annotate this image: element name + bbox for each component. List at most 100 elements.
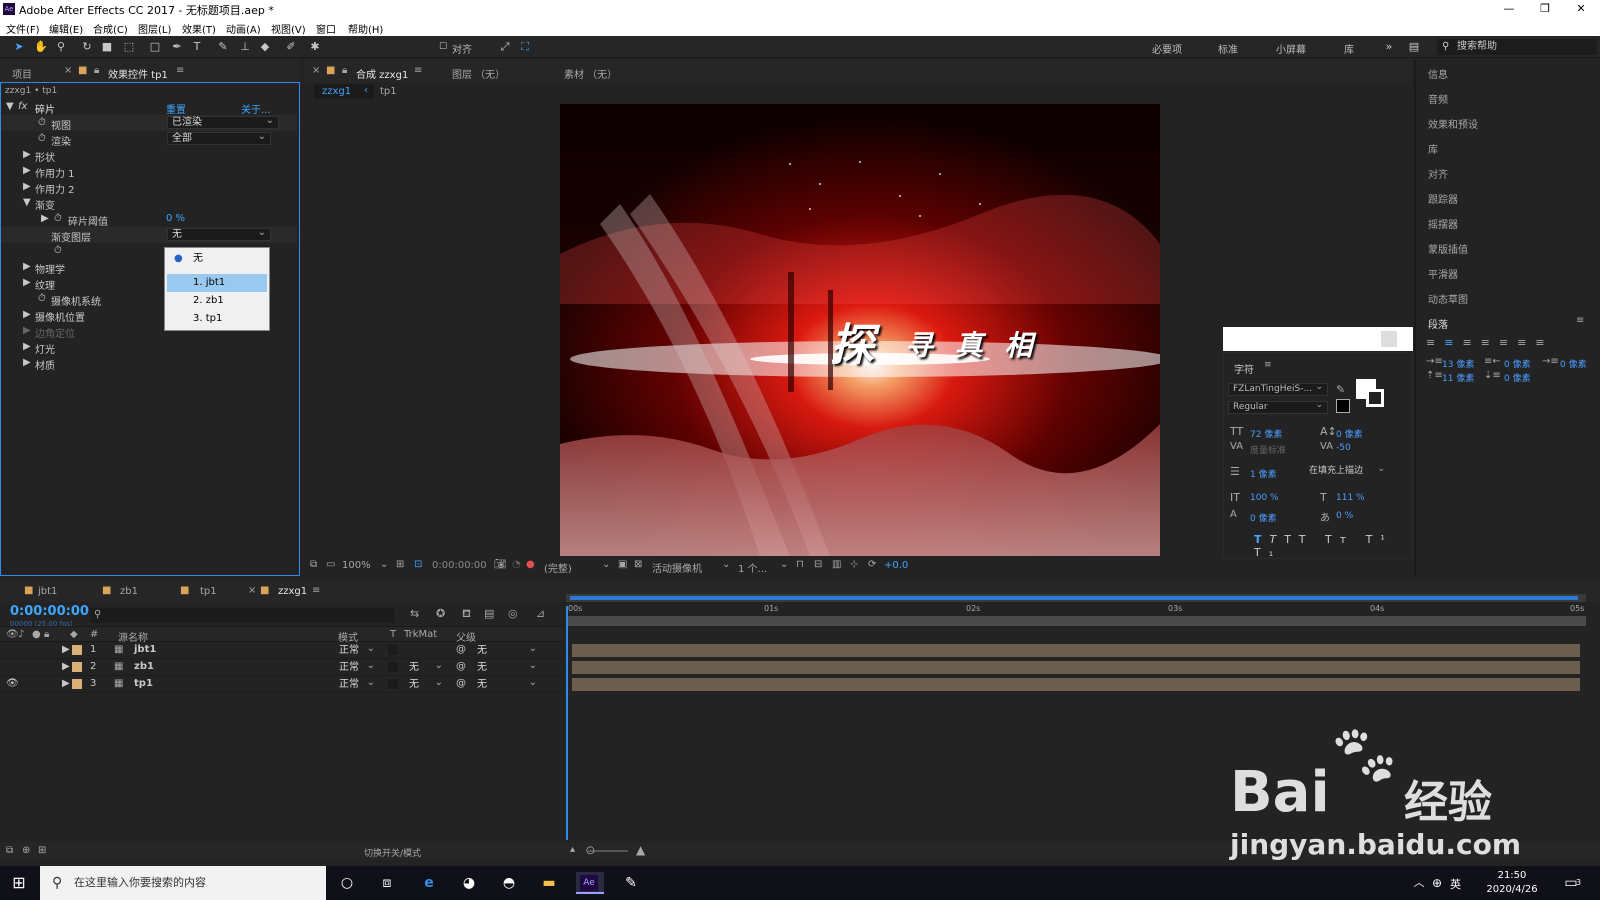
menu-view[interactable]: 视图(V) xyxy=(271,21,306,36)
preserve-transparency-toggle[interactable] xyxy=(388,645,398,655)
zoom-in-icon[interactable]: ▲ xyxy=(636,843,645,857)
fx-icon[interactable]: fx xyxy=(18,101,27,112)
zoom-select[interactable]: 100% xyxy=(342,560,371,571)
threshold-value[interactable]: 0 % xyxy=(166,213,185,224)
workspace-library[interactable]: 库 xyxy=(1344,41,1354,56)
color-black-swatch[interactable] xyxy=(1336,399,1350,413)
stopwatch-icon[interactable]: ⏱ xyxy=(54,245,62,256)
breadcrumb-zzxg1[interactable]: zzxg1 ‹ xyxy=(314,84,374,99)
restore-button[interactable]: ❐ xyxy=(1528,0,1562,18)
indent-right-value[interactable]: 0 像素 xyxy=(1504,357,1531,370)
tsume-value[interactable]: 0 % xyxy=(1336,511,1353,521)
panel-menu-icon[interactable]: ≡ xyxy=(176,65,184,76)
pickwhip-icon[interactable]: @ xyxy=(456,644,466,655)
selection-tool-icon[interactable]: ➤ xyxy=(12,40,26,54)
draft-3d-icon[interactable]: ✪ xyxy=(436,607,445,620)
layer-trkmat-select[interactable]: 无 xyxy=(404,660,448,674)
layer-trkmat-select[interactable]: 无 xyxy=(404,677,448,691)
rotate-tool-icon[interactable]: ↻ xyxy=(80,40,94,54)
layer-mode-select[interactable]: 正常 xyxy=(334,677,380,691)
horizontal-scale-value[interactable]: 111 % xyxy=(1336,493,1365,503)
align-checkbox-icon[interactable]: ☐ xyxy=(436,40,450,54)
expand-arrow-icon[interactable]: ▶ xyxy=(62,678,70,689)
paint-icon[interactable]: ✎ xyxy=(620,872,642,894)
stopwatch-icon[interactable]: ⏱ xyxy=(38,133,46,144)
layer-parent-select[interactable]: 无 xyxy=(472,677,542,691)
menu-file[interactable]: 文件(F) xyxy=(6,21,40,36)
toggle-pixel-icon[interactable]: ⊓ xyxy=(796,559,804,570)
chevron-down-icon[interactable]: ⌄ xyxy=(780,559,788,570)
taskbar-search-box[interactable]: ⚲ 在这里输入你要搜索的内容 xyxy=(40,866,326,900)
lock-icon[interactable]: 🔒︎ xyxy=(342,65,347,76)
preserve-transparency-toggle[interactable] xyxy=(388,679,398,689)
tab-lock-icon[interactable]: ■ xyxy=(78,65,87,76)
pan-behind-tool-icon[interactable]: ⬚ xyxy=(122,40,136,54)
reset-link[interactable]: 重置 xyxy=(166,101,186,116)
about-link[interactable]: 关于... xyxy=(241,101,271,116)
dropdown-option-tp1[interactable]: 3. tp1 xyxy=(167,310,267,328)
task-view-icon[interactable]: ⧈ xyxy=(376,872,398,894)
panel-menu-icon[interactable]: ≡ xyxy=(414,65,422,76)
expand-arrow-icon[interactable]: ▶ xyxy=(23,149,31,160)
menu-window[interactable]: 窗口 xyxy=(316,21,336,36)
eyedropper-icon[interactable]: ✎ xyxy=(1336,383,1345,396)
paragraph-align-buttons[interactable]: ≡≡≡≡≡≡≡ xyxy=(1426,336,1596,350)
layer-name[interactable]: tp1 xyxy=(134,678,153,689)
indent-first-value[interactable]: 0 像素 xyxy=(1560,357,1587,370)
pickwhip-icon[interactable]: @ xyxy=(456,678,466,689)
composition-canvas[interactable]: 探 寻 真 相 xyxy=(560,104,1160,556)
zoom-out-icon[interactable]: ▴ xyxy=(570,844,575,855)
expand-arrow-icon[interactable]: ▶ xyxy=(23,309,31,320)
panel-effects-presets[interactable]: 效果和预设 xyxy=(1428,116,1478,131)
more-workspaces-icon[interactable]: » xyxy=(1382,40,1396,54)
expand-arrow-icon[interactable]: ▶ xyxy=(23,261,31,272)
panel-tracker[interactable]: 跟踪器 xyxy=(1428,191,1458,206)
current-time-display[interactable]: 0:00:00:00 xyxy=(10,604,89,619)
exposure-value[interactable]: +0.0 xyxy=(884,560,908,571)
clock-date[interactable]: 2020/4/26 xyxy=(1478,884,1546,895)
font-size-value[interactable]: 72 像素 xyxy=(1250,427,1282,440)
windows-start-icon[interactable]: ⊞ xyxy=(8,872,30,894)
indent-left-value[interactable]: 13 像素 xyxy=(1442,357,1474,370)
menu-edit[interactable]: 编辑(E) xyxy=(49,21,83,36)
label-icon[interactable]: ◆ xyxy=(70,629,78,640)
search-help-input[interactable]: ⚲ 搜索帮助 xyxy=(1437,39,1597,55)
eraser-tool-icon[interactable]: ◆ xyxy=(258,40,272,54)
layer-duration-bar[interactable] xyxy=(572,644,1580,657)
dropdown-option-none[interactable]: ● 无 xyxy=(167,250,267,268)
pickwhip-icon[interactable]: @ xyxy=(456,661,466,672)
label-color-swatch[interactable] xyxy=(72,645,82,655)
breadcrumb-tp1[interactable]: tp1 xyxy=(380,86,397,97)
fast-preview-icon[interactable]: ⊟ xyxy=(814,559,822,570)
dropdown-option-jbt1[interactable]: 1. jbt1 xyxy=(167,274,267,292)
camera-select[interactable]: 活动摄像机 xyxy=(652,560,702,575)
zoom-slider-handle[interactable]: ○ xyxy=(586,845,595,856)
snap-icon[interactable]: ⤢ xyxy=(498,40,512,54)
stopwatch-icon[interactable]: ⏱ xyxy=(38,117,46,128)
app-pinned-icon[interactable]: ◓ xyxy=(498,872,520,894)
layer-mode-select[interactable]: 正常 xyxy=(334,643,380,657)
workspace-essentials[interactable]: 必要项 xyxy=(1152,41,1182,56)
stroke-mode-select[interactable]: 在填充上描边 xyxy=(1304,464,1390,478)
layer-duration-bar[interactable] xyxy=(572,661,1580,674)
tab-zzxg1[interactable]: zzxg1 xyxy=(278,586,307,597)
menu-help[interactable]: 帮助(H) xyxy=(348,21,383,36)
render-select[interactable]: 全部 xyxy=(167,131,271,145)
camera-tool-icon[interactable]: ■ xyxy=(100,40,114,54)
expand-arrow-icon[interactable]: ▶ xyxy=(23,165,31,176)
tab-composition[interactable]: 合成 zzxg1 xyxy=(356,66,408,81)
tab-close-icon[interactable]: × xyxy=(64,65,72,76)
views-select[interactable]: 1 个... xyxy=(738,560,767,575)
zoom-tool-icon[interactable]: ⚲ xyxy=(54,40,68,54)
playhead[interactable] xyxy=(566,606,568,840)
dropdown-option-zb1[interactable]: 2. zb1 xyxy=(167,292,267,310)
expand-arrow-icon[interactable]: ▶ xyxy=(23,341,31,352)
expand-arrow-icon[interactable]: ▶ xyxy=(62,661,70,672)
font-style-select[interactable]: Regular xyxy=(1228,400,1328,414)
stopwatch-icon[interactable]: ⏱ xyxy=(38,293,46,304)
rectangle-tool-icon[interactable]: □ xyxy=(148,40,162,54)
tab-jbt1[interactable]: jbt1 xyxy=(38,586,57,597)
region-icon[interactable]: ⊡ xyxy=(414,559,422,570)
close-button[interactable]: ✕ xyxy=(1564,0,1598,18)
tracking-value[interactable]: -50 xyxy=(1336,443,1351,453)
